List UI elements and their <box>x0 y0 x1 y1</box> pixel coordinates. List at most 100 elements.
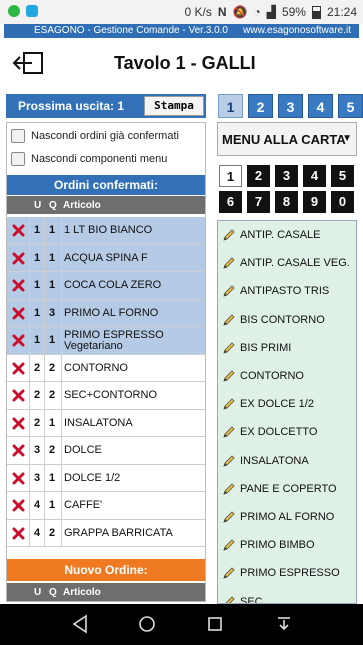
keypad-key-9[interactable]: 9 <box>303 191 326 213</box>
menu-item-label: SEC <box>240 595 263 604</box>
menu-item-label: BIS PRIMI <box>240 341 292 354</box>
table-row[interactable]: 1 3 PRIMO AL FORNO <box>7 299 205 327</box>
confirmed-orders-list: 111 LT BIO BIANCO 1 1 ACQUA SPINA F 1 1 COCA C… <box>7 217 205 547</box>
menu-item[interactable]: ANTIP. CASALE <box>218 221 356 249</box>
menu-item[interactable]: ANTIP. CASALE VEG. <box>218 249 356 277</box>
keypad-key-0[interactable]: 0 <box>331 191 354 213</box>
table-row[interactable]: 1 1 PRIMO ESPRESSO Vegetariano <box>7 327 205 355</box>
menu-item[interactable]: INSALATONA <box>218 447 356 475</box>
home-icon[interactable] <box>137 614 157 634</box>
delete-icon[interactable] <box>12 362 25 375</box>
pencil-icon <box>223 483 235 495</box>
table-row[interactable]: 4 1 CAFFE' <box>7 492 205 520</box>
app-website: www.esagonosoftware.it <box>243 25 351 36</box>
col-articolo: Articolo <box>63 587 101 598</box>
delete-icon[interactable] <box>12 389 25 402</box>
table-row[interactable]: 2 2 SEC+CONTORNO <box>7 382 205 410</box>
keypad-key-7[interactable]: 7 <box>247 191 270 213</box>
table-row[interactable]: 11 1 LT BIO BIANCO <box>7 217 205 245</box>
course-tab-2[interactable]: 2 <box>248 94 273 118</box>
quantity-keypad: 12345 67890 <box>219 165 354 213</box>
notifications-pulldown-icon[interactable] <box>274 614 294 634</box>
app-title: ESAGONO - Gestione Comande - Ver.3.0.0 <box>34 25 228 36</box>
menu-item[interactable]: PRIMO BIMBO <box>218 531 356 559</box>
keypad-key-1[interactable]: 1 <box>219 165 242 187</box>
row-quantity: 1 <box>49 416 56 429</box>
row-quantity: 1 <box>49 224 56 236</box>
clock: 21:24 <box>326 5 357 19</box>
table-row[interactable]: 1 1 ACQUA SPINA F <box>7 244 205 272</box>
menu-item[interactable]: BIS CONTORNO <box>218 306 356 334</box>
print-button[interactable]: Stampa <box>144 96 204 116</box>
delete-icon[interactable] <box>12 444 25 457</box>
network-speed: 0 K/s <box>184 5 212 19</box>
hide-components-checkbox[interactable]: Nascondi componenti menu <box>11 152 167 166</box>
row-article: ACQUA SPINA F <box>61 244 205 272</box>
battery-icon <box>311 5 321 19</box>
menu-item[interactable]: PANE E COPERTO <box>218 475 356 503</box>
menu-item[interactable]: BIS PRIMI <box>218 334 356 362</box>
menu-item-label: ANTIP. CASALE VEG. <box>240 257 350 270</box>
delete-icon[interactable] <box>12 307 25 320</box>
menu-select[interactable]: MENU ALLA CARTA ▼ <box>217 122 357 156</box>
delete-icon[interactable] <box>12 527 25 540</box>
menu-item-label: PANE E COPERTO <box>240 482 337 495</box>
table-row[interactable]: 3 1 DOLCE 1/2 <box>7 464 205 492</box>
course-tab-4[interactable]: 4 <box>308 94 333 118</box>
menu-item[interactable]: PRIMO AL FORNO <box>218 503 356 531</box>
menu-item[interactable]: SEC <box>218 587 356 604</box>
row-quantity: 1 <box>49 499 56 511</box>
keypad-key-5[interactable]: 5 <box>331 165 354 187</box>
mute-icon: 🔕 <box>232 5 248 19</box>
delete-icon[interactable] <box>12 252 25 265</box>
menu-item[interactable]: EX DOLCE 1/2 <box>218 390 356 418</box>
keypad-key-6[interactable]: 6 <box>219 191 242 213</box>
delete-icon[interactable] <box>12 334 25 347</box>
checkbox-box[interactable] <box>11 129 25 143</box>
back-arrow-icon[interactable] <box>12 50 44 76</box>
recents-icon[interactable] <box>205 614 225 634</box>
menu-item[interactable]: PRIMO ESPRESSO <box>218 559 356 587</box>
course-tab-1[interactable]: 1 <box>218 94 243 118</box>
back-icon[interactable] <box>70 614 90 634</box>
row-course: 1 <box>34 306 41 319</box>
page-title: Tavolo 1 - GALLI <box>114 53 256 73</box>
menu-select-value: MENU ALLA CARTA <box>222 132 346 147</box>
table-row[interactable]: 4 2 GRAPPA BARRICATA <box>7 519 205 547</box>
checkbox-box[interactable] <box>11 152 25 166</box>
row-quantity: 3 <box>49 306 56 319</box>
delete-icon[interactable] <box>12 499 25 512</box>
row-quantity: 2 <box>49 526 56 539</box>
row-article: GRAPPA BARRICATA <box>61 519 205 547</box>
table-row[interactable]: 1 1 COCA COLA ZERO <box>7 272 205 300</box>
menu-item-label: PRIMO AL FORNO <box>240 510 335 523</box>
course-tab-5[interactable]: 5 <box>338 94 363 118</box>
row-quantity: 1 <box>49 279 56 291</box>
keypad-key-4[interactable]: 4 <box>303 165 326 187</box>
row-quantity: 1 <box>49 471 56 484</box>
menu-item[interactable]: EX DOLCETTO <box>218 418 356 446</box>
pencil-icon <box>223 229 235 241</box>
course-tabs: 1 2 3 4 5 <box>218 94 363 118</box>
pencil-icon <box>223 567 235 579</box>
menu-item[interactable]: CONTORNO <box>218 362 356 390</box>
delete-icon[interactable] <box>12 279 25 292</box>
wifi-icon: ◔ <box>253 5 261 19</box>
hide-confirmed-checkbox[interactable]: Nascondi ordini già confermati <box>11 129 179 143</box>
course-tab-3[interactable]: 3 <box>278 94 303 118</box>
pencil-icon <box>223 398 235 410</box>
table-row[interactable]: 3 2 DOLCE <box>7 437 205 465</box>
delete-icon[interactable] <box>12 472 25 485</box>
keypad-key-8[interactable]: 8 <box>275 191 298 213</box>
delete-icon[interactable] <box>12 417 25 430</box>
app-notification-icon <box>26 5 38 17</box>
keypad-key-2[interactable]: 2 <box>247 165 270 187</box>
table-row[interactable]: 2 2 CONTORNO <box>7 354 205 382</box>
menu-item-label: PRIMO BIMBO <box>240 539 315 552</box>
menu-item[interactable]: ANTIPASTO TRIS <box>218 277 356 305</box>
next-course-bar: Prossima uscita: 1 Stampa <box>6 94 206 118</box>
pencil-icon <box>223 455 235 467</box>
table-row[interactable]: 2 1 INSALATONA <box>7 409 205 437</box>
delete-icon[interactable] <box>12 224 25 237</box>
keypad-key-3[interactable]: 3 <box>275 165 298 187</box>
